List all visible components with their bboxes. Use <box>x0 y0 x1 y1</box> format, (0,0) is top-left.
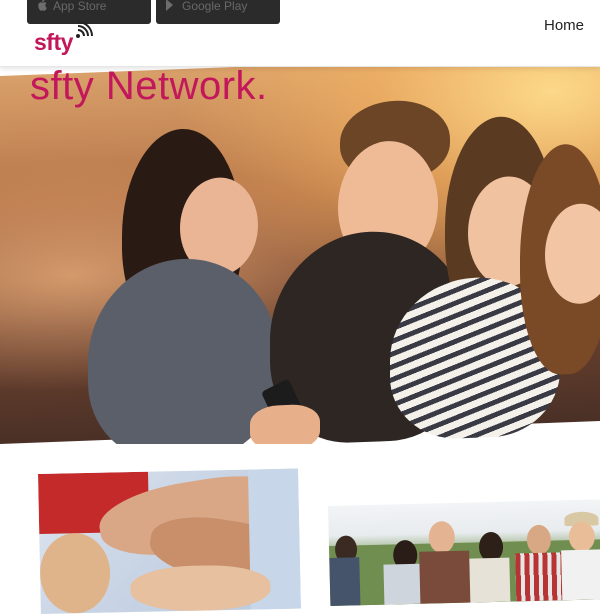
sfty-logo[interactable]: sfty <box>34 14 94 54</box>
nav-home-link[interactable]: Home <box>544 17 584 34</box>
google-play-label: Google Play <box>182 0 248 13</box>
site-header: App Store Google Play sfty Home <box>0 0 600 67</box>
signal-wave-icon <box>74 21 94 44</box>
photo-group-of-friends <box>328 499 600 606</box>
hero-photo-friends-with-phone <box>0 62 600 444</box>
app-store-label: App Store <box>53 0 107 13</box>
apple-icon <box>37 0 47 14</box>
photo-stacked-hands <box>38 468 301 614</box>
google-play-badge[interactable]: Google Play <box>156 0 280 24</box>
logo-text: sfty <box>34 29 73 55</box>
hero-title: sfty Network. <box>30 64 268 108</box>
google-play-icon <box>166 0 176 14</box>
hero-section: sfty Network. <box>0 62 600 444</box>
